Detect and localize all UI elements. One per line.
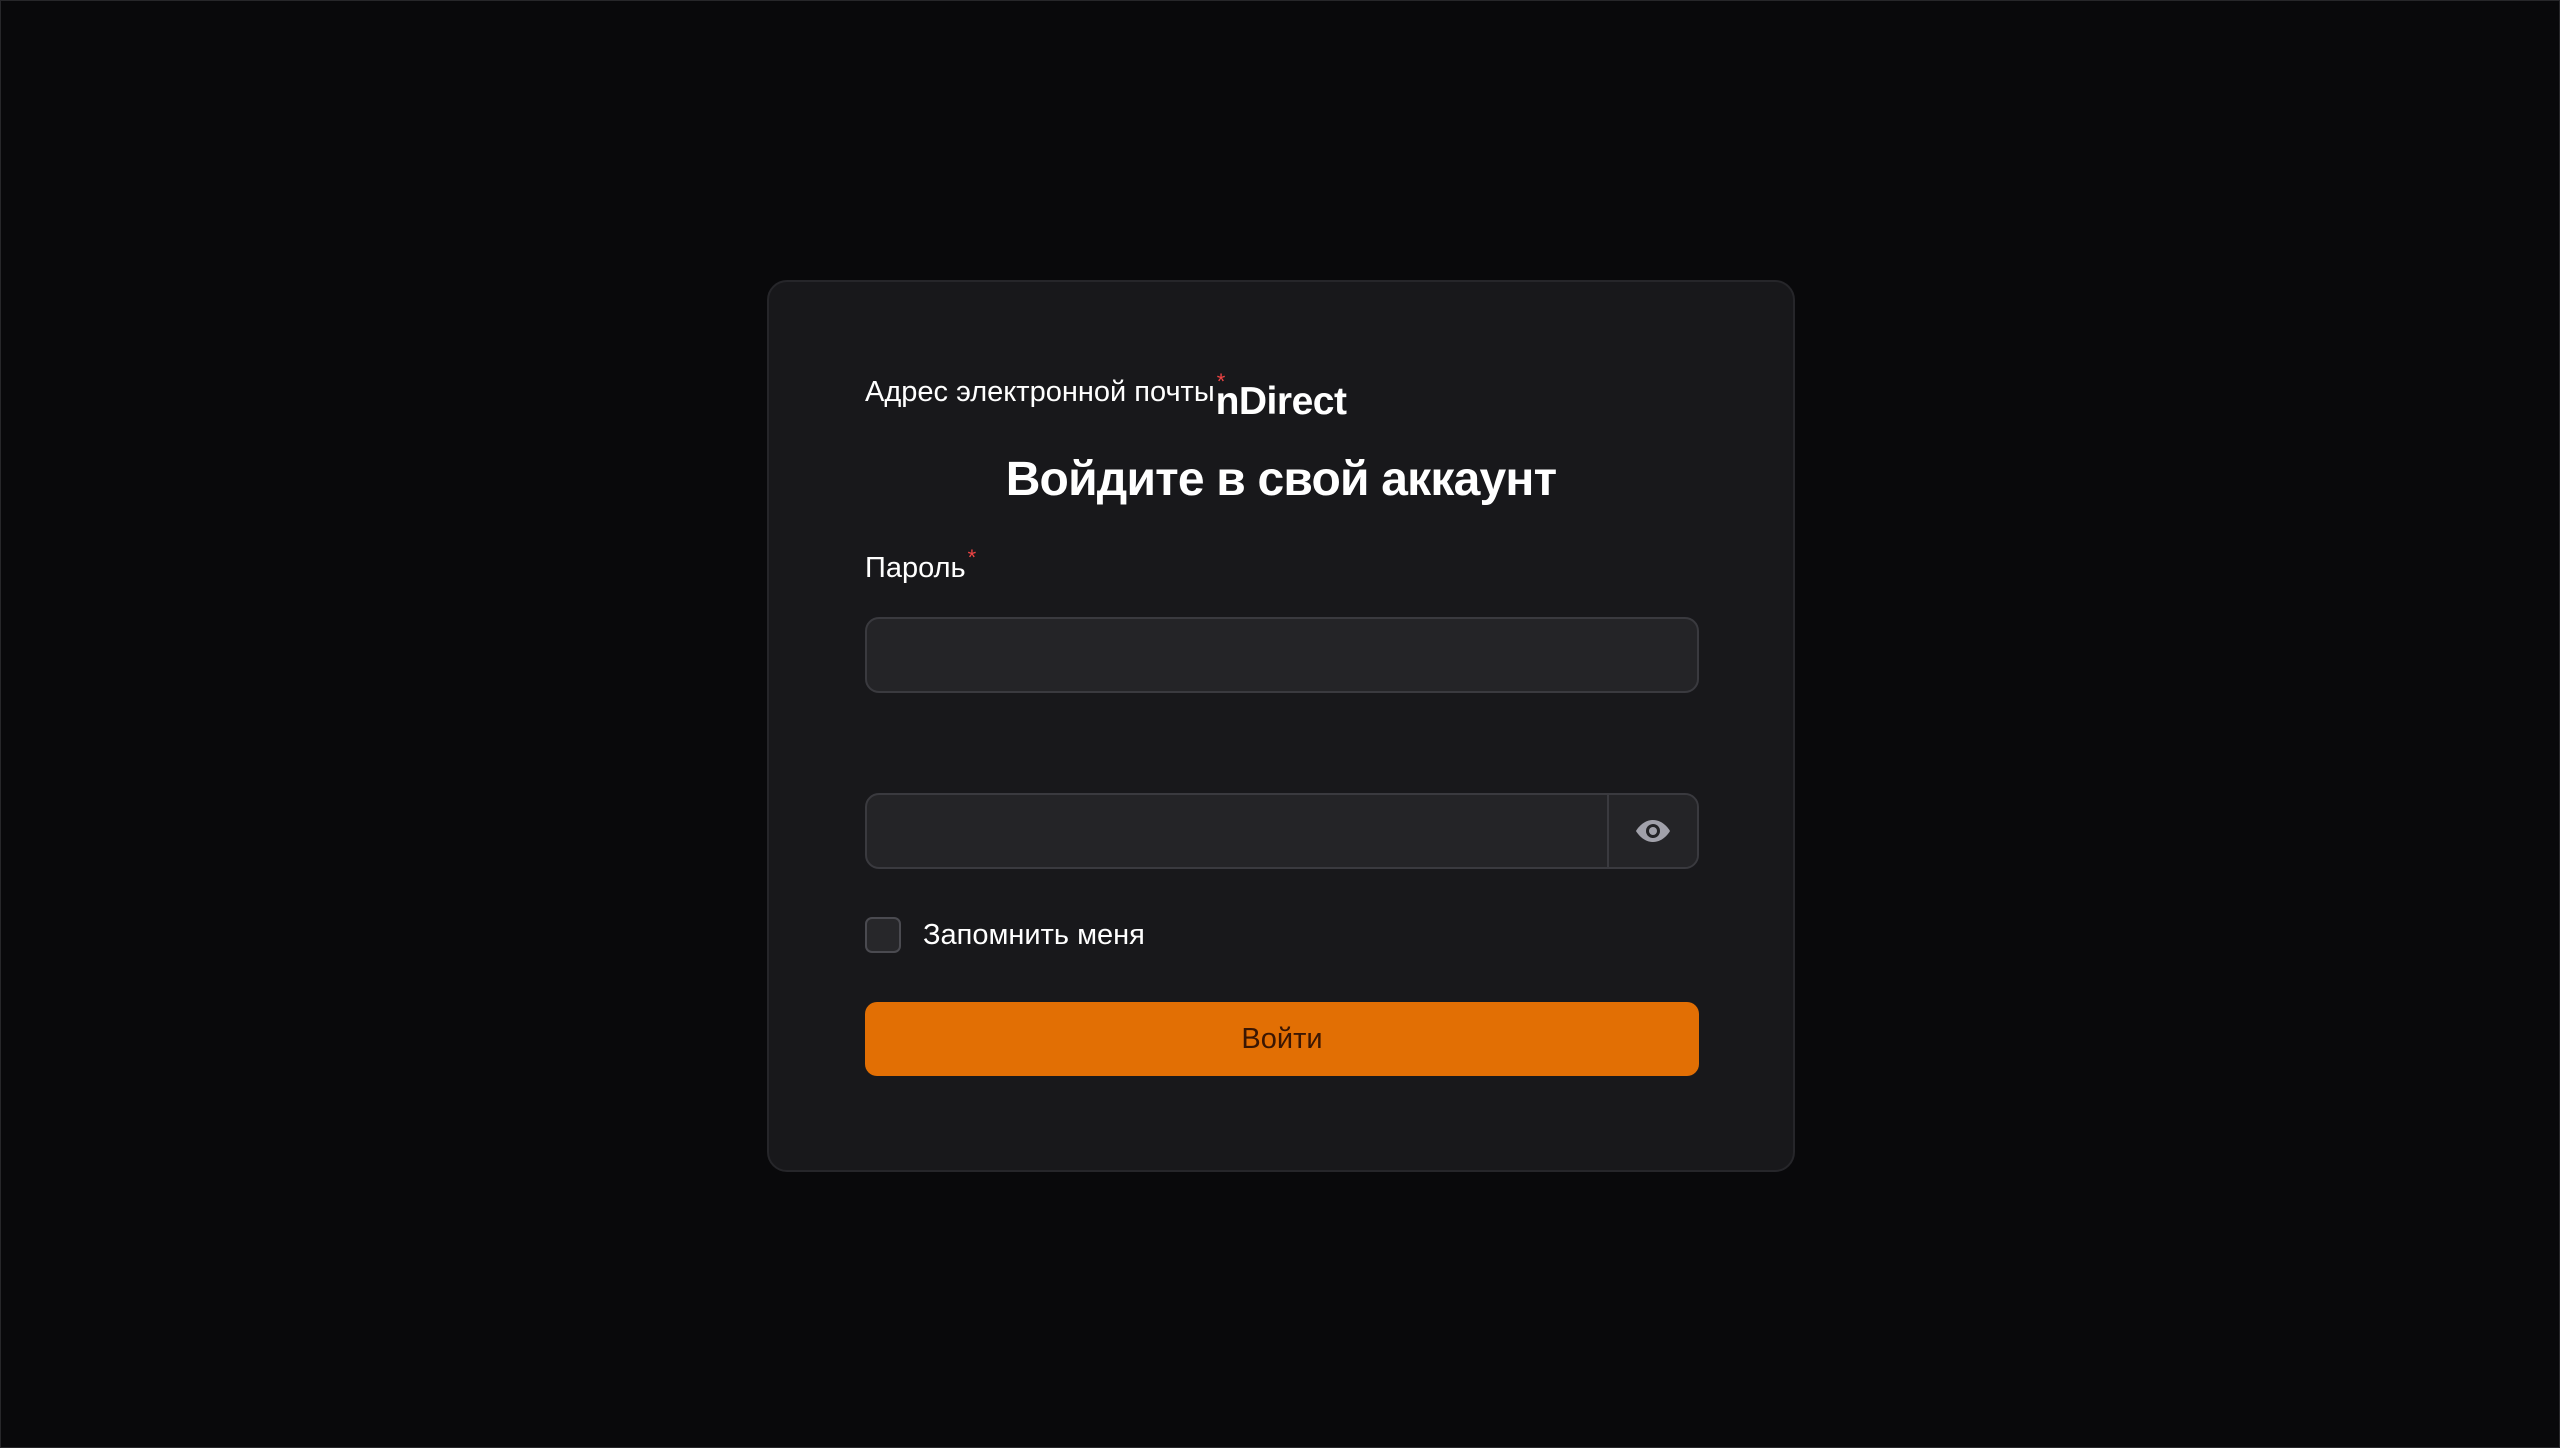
email-label-text: Адрес электронной почты — [865, 376, 1215, 408]
password-field-group — [865, 793, 1699, 869]
required-mark: * — [1216, 369, 1226, 394]
login-card: nDirect Войдите в свой аккаунт Адрес эле… — [767, 280, 1795, 1172]
password-input[interactable] — [867, 795, 1609, 867]
eye-icon — [1636, 820, 1670, 842]
remember-me-label: Запомнить меня — [923, 919, 1145, 951]
email-input[interactable] — [865, 617, 1699, 693]
toggle-password-visibility-button[interactable] — [1607, 795, 1697, 867]
remember-me-option[interactable]: Запомнить меня — [865, 916, 1145, 954]
login-button[interactable]: Войти — [865, 1002, 1699, 1076]
app-viewport: nDirect Войдите в свой аккаунт Адрес эле… — [0, 0, 2560, 1448]
email-label: Адрес электронной почты* — [865, 369, 1225, 412]
required-mark: * — [967, 545, 977, 570]
page-title: Войдите в свой аккаунт — [1005, 453, 1557, 506]
remember-me-checkbox[interactable] — [865, 917, 901, 953]
password-label-text: Пароль — [865, 552, 966, 584]
password-label: Пароль* — [865, 545, 976, 588]
